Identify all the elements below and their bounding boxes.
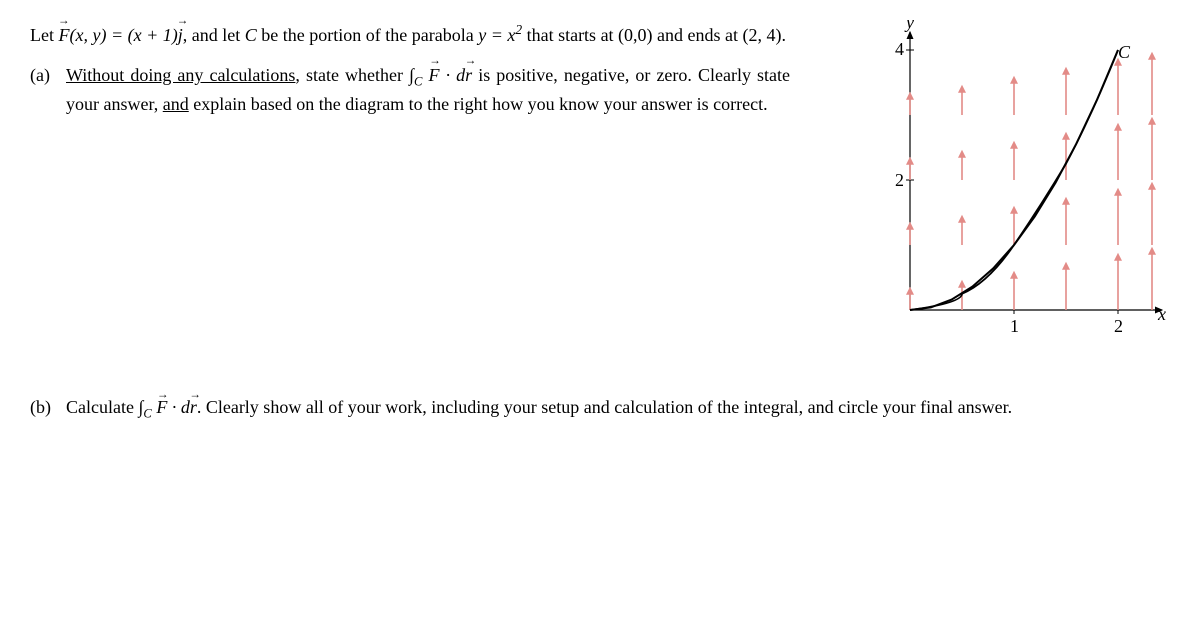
text: be the portion of the parabola	[257, 25, 478, 45]
text: that starts at (0,0) and ends at (2, 4).	[522, 25, 786, 45]
part-a-content: Without doing any calculations, state wh…	[66, 62, 790, 117]
text: Calculate	[66, 397, 138, 417]
text: , state whether	[295, 65, 409, 85]
diagram-svg: 4 2 1 2 y x	[870, 20, 1170, 340]
y-axis-label: y	[904, 20, 914, 32]
text: Let	[30, 25, 59, 45]
x-tick-2: 2	[1114, 316, 1123, 336]
main-text-column: Let →F(x, y) = (x + 1)→j, and let C be t…	[30, 20, 790, 117]
x-axis-label: x	[1157, 304, 1166, 324]
y-tick-2: 2	[895, 170, 904, 190]
line-integral: ∫C →F · d→r	[409, 65, 472, 85]
underlined-phrase: Without doing any calculations	[66, 65, 295, 85]
y-tick-4: 4	[895, 39, 904, 59]
part-b-label: (b)	[30, 397, 66, 422]
text: . Clearly show all of your work, includi…	[197, 397, 1012, 417]
intro-text: Let →F(x, y) = (x + 1)→j, and let C be t…	[30, 20, 790, 48]
text: , and let	[183, 25, 245, 45]
vector-F: →F(x, y) = (x + 1)→j	[59, 25, 183, 45]
vector-field	[910, 55, 1152, 310]
part-b-content: Calculate ∫C →F · d→r. Clearly show all …	[66, 397, 1170, 422]
part-a-label: (a)	[30, 62, 66, 117]
line-integral-b: ∫C →F · d→r	[138, 397, 196, 417]
curve-label: C	[1118, 42, 1131, 62]
text: explain based on the diagram to the righ…	[189, 94, 768, 114]
part-b: (b) Calculate ∫C →F · d→r. Clearly show …	[30, 397, 1170, 422]
vector-field-diagram: 4 2 1 2 y x	[870, 20, 1170, 340]
curve-C: C	[245, 25, 257, 45]
part-a: (a) Without doing any calculations, stat…	[30, 62, 790, 117]
parabola-eq: y = x2	[478, 25, 522, 45]
x-tick-1: 1	[1010, 316, 1019, 336]
problem-container: Let →F(x, y) = (x + 1)→j, and let C be t…	[30, 20, 1170, 422]
underlined-and: and	[163, 94, 189, 114]
